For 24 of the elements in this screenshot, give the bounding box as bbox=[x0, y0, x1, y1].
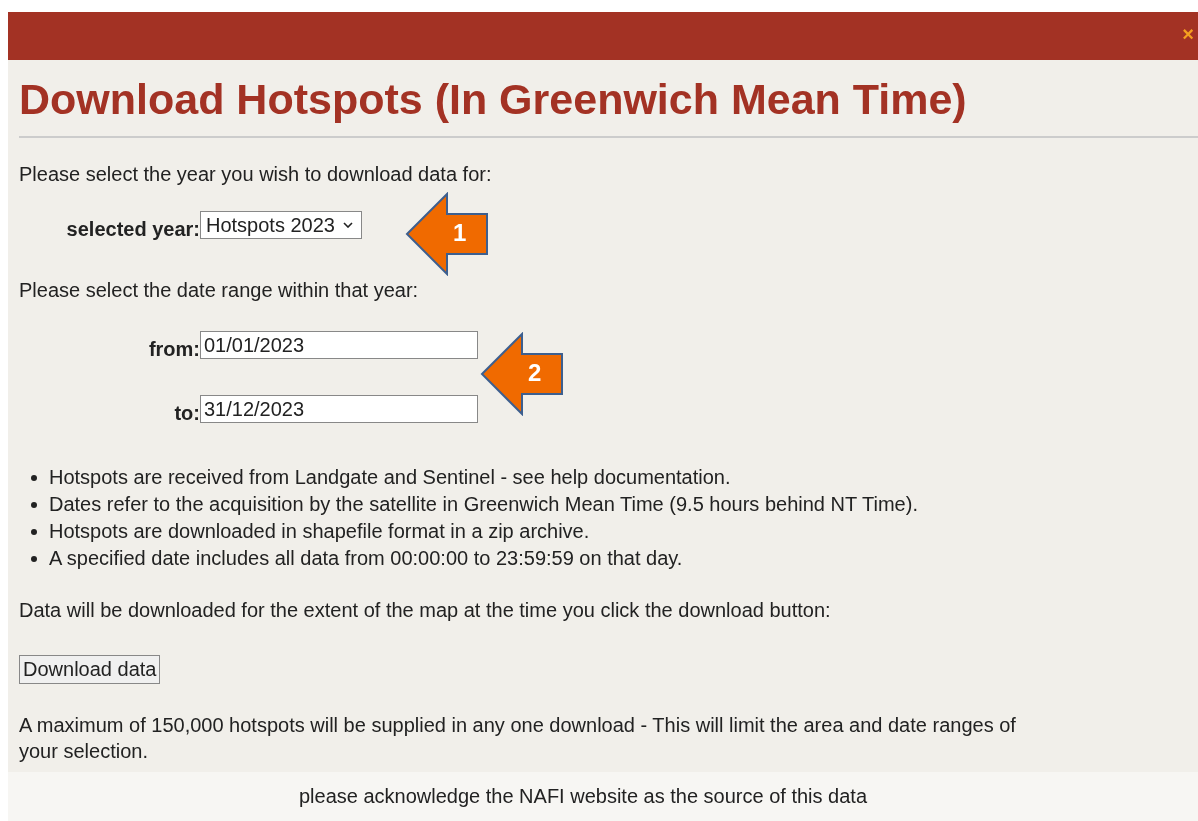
chevron-icon bbox=[343, 222, 353, 228]
extent-text: Data will be downloaded for the extent of the map at the time you click the download button: bbox=[19, 598, 832, 623]
bullet-dot bbox=[31, 474, 37, 481]
field-label: to: bbox=[173, 401, 200, 425]
note-item: A specified date includes all data from 00:00:00 to 23:59:59 on that day. bbox=[49, 546, 683, 571]
footer-text: please acknowledge the NAFI website as the source of this data bbox=[298, 785, 868, 808]
intro-text: Please select the year you wish to download data for: bbox=[19, 162, 493, 187]
bullet-dot bbox=[31, 555, 37, 562]
callout-number: 1 bbox=[453, 220, 467, 246]
year-select[interactable]: Hotspots 2023 bbox=[200, 211, 362, 239]
note-item: Dates refer to the acquisition by the satellite in Greenwich Mean Time (9.5 hours behind NT Time). bbox=[49, 492, 918, 517]
date-field[interactable]: 31/12/2023 bbox=[200, 395, 478, 423]
download-button[interactable]: Download data bbox=[19, 655, 161, 684]
field-label: from: bbox=[147, 337, 200, 361]
bullet-dot bbox=[31, 501, 37, 508]
callout-number: 2 bbox=[528, 360, 542, 386]
field-label: selected year: bbox=[65, 217, 200, 241]
limit-text: A maximum of 150,000 hotspots will be supplied in any one download - This will limit the area and date ranges of your selection. bbox=[19, 713, 1017, 764]
dialog-title: Download Hotspots (In Greenwich Mean Time) bbox=[19, 74, 968, 124]
date-field[interactable]: 01/01/2023 bbox=[200, 331, 478, 359]
note-item: Hotspots are downloaded in shapefile format in a zip archive. bbox=[49, 519, 590, 544]
note-item: Hotspots are received from Landgate and Sentinel - see help documentation. bbox=[49, 465, 731, 490]
range-intro-text: Please select the date range within that year: bbox=[19, 278, 420, 303]
bullet-dot bbox=[31, 528, 37, 535]
